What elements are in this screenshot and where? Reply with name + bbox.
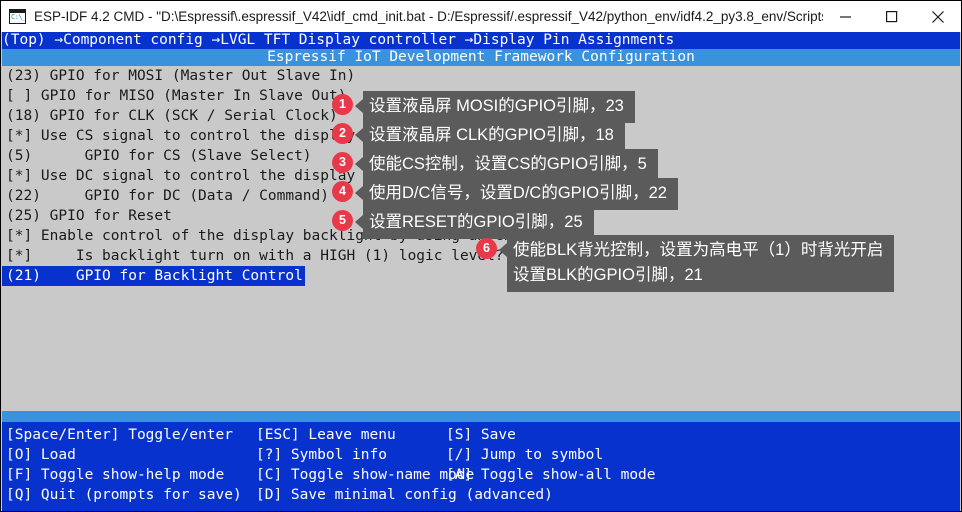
help-shortcut[interactable]: [?] Symbol info xyxy=(256,445,446,465)
annotation-tooltip: 设置液晶屏 MOSI的GPIO引脚，23 xyxy=(363,91,635,123)
help-shortcut[interactable]: [O] Load xyxy=(2,445,256,465)
annotation-tooltip: 设置液晶屏 CLK的GPIO引脚，18 xyxy=(363,120,625,152)
help-bar: [Space/Enter] Toggle/enter [ESC] Leave me… xyxy=(2,422,960,511)
help-shortcut[interactable]: [ESC] Leave menu xyxy=(256,425,446,445)
annotation-badge: 4 xyxy=(332,181,353,202)
annotation-tooltip: 使能CS控制，设置CS的GPIO引脚，5 xyxy=(363,149,658,181)
annotation-callout-4: 4 使用D/C信号，设置D/C的GPIO引脚，22 xyxy=(332,178,678,210)
help-row: [O] Load [?] Symbol info [/] Jump to symbo… xyxy=(2,445,960,465)
help-shortcut[interactable]: [Q] Quit (prompts for save) xyxy=(2,485,256,505)
help-row: [Q] Quit (prompts for save) [D] Save mini… xyxy=(2,485,960,505)
annotation-badge: 6 xyxy=(476,238,497,259)
maximize-icon xyxy=(886,10,898,22)
tooltip-pointer-icon xyxy=(355,128,363,142)
config-title: Espressif IoT Development Framework Conf… xyxy=(2,49,960,66)
breadcrumb[interactable]: (Top) →Component config →LVGL TFT Displa… xyxy=(2,32,960,49)
annotation-badge: 1 xyxy=(332,94,353,115)
help-shortcut[interactable]: [D] Save minimal config (advanced) xyxy=(256,485,553,505)
cmd-prompt-glyph: C:\_ xyxy=(11,13,26,21)
help-shortcut[interactable]: [S] Save xyxy=(446,425,960,445)
menu-item-selected[interactable]: (21) GPIO for Backlight Control xyxy=(2,266,305,286)
minimize-button[interactable] xyxy=(823,1,869,32)
menu-item-wrapper: (23) GPIO for MOSI (Master Out Slave In) xyxy=(2,66,960,86)
minimize-icon xyxy=(840,15,851,18)
tooltip-pointer-icon xyxy=(355,99,363,113)
help-shortcut[interactable]: [F] Toggle show-help mode xyxy=(2,465,256,485)
annotation-badge: 5 xyxy=(332,210,353,231)
help-row: [F] Toggle show-help mode [C] Toggle show… xyxy=(2,465,960,485)
annotation-badge: 2 xyxy=(332,123,353,144)
cmd-prompt-icon: C:\_ xyxy=(9,9,26,24)
annotation-tooltip: 使能BLK背光控制，设置为高电平（1）时背光开启 设置BLK的GPIO引脚，21 xyxy=(507,235,895,292)
title-bar: C:\_ ESP-IDF 4.2 CMD - "D:\Espressif\.es… xyxy=(1,1,961,32)
application-window: C:\_ ESP-IDF 4.2 CMD - "D:\Espressif\.es… xyxy=(0,0,962,512)
console-body: (Top) →Component config →LVGL TFT Displa… xyxy=(2,32,960,511)
maximize-button[interactable] xyxy=(869,1,915,32)
annotation-callout-3: 3 使能CS控制，设置CS的GPIO引脚，5 xyxy=(332,149,658,181)
tooltip-pointer-icon xyxy=(355,186,363,200)
tooltip-pointer-icon xyxy=(355,215,363,229)
menu-item[interactable]: (23) GPIO for MOSI (Master Out Slave In) xyxy=(2,66,960,86)
help-shortcut[interactable]: [Space/Enter] Toggle/enter xyxy=(2,425,256,445)
help-shortcut[interactable] xyxy=(446,485,960,505)
annotation-callout-6: 6 使能BLK背光控制，设置为高电平（1）时背光开启 设置BLK的GPIO引脚，2… xyxy=(476,235,895,292)
tooltip-pointer-icon xyxy=(355,157,363,171)
window-title: ESP-IDF 4.2 CMD - "D:\Espressif\.espress… xyxy=(34,9,823,24)
annotation-badge: 3 xyxy=(332,152,353,173)
close-button[interactable] xyxy=(915,1,961,32)
annotation-callout-1: 1 设置液晶屏 MOSI的GPIO引脚，23 xyxy=(332,91,635,123)
close-icon xyxy=(932,10,944,23)
help-shortcut[interactable]: [A] Toggle show-all mode xyxy=(446,465,960,485)
help-row: [Space/Enter] Toggle/enter [ESC] Leave me… xyxy=(2,425,960,445)
help-separator xyxy=(2,411,960,422)
annotation-tooltip: 使用D/C信号，设置D/C的GPIO引脚，22 xyxy=(363,178,678,210)
help-shortcut[interactable]: [C] Toggle show-name mode xyxy=(256,465,474,485)
annotation-callout-2: 2 设置液晶屏 CLK的GPIO引脚，18 xyxy=(332,120,625,152)
help-shortcut[interactable]: [/] Jump to symbol xyxy=(446,445,960,465)
tooltip-pointer-icon xyxy=(499,243,507,257)
